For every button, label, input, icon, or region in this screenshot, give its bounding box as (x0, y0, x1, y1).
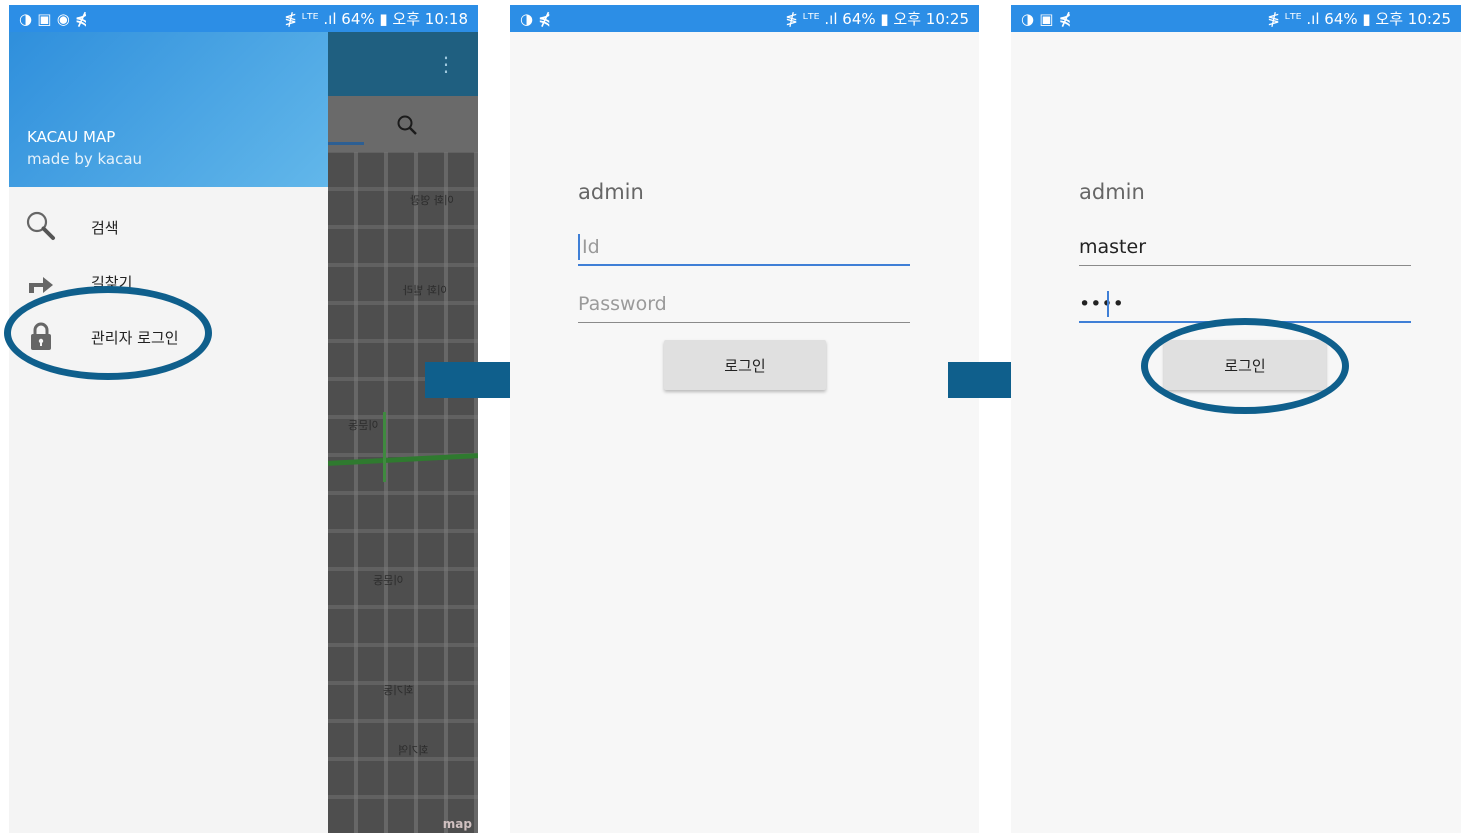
status-text: ≸ ᴸᵀᴱ .ıl 64% ▮ 오후 10:25 (1267, 10, 1451, 28)
id-placeholder: Id (582, 236, 600, 258)
id-value: master (1079, 236, 1147, 258)
status-bar: ◑ ▣ ⋠ ≸ ᴸᵀᴱ .ıl 64% ▮ 오후 10:25 (1011, 5, 1461, 32)
more-options-icon[interactable]: ⋮ (436, 54, 456, 74)
menu-item-search[interactable]: 검색 (9, 202, 328, 252)
id-field[interactable]: Id (578, 232, 910, 272)
password-placeholder: Password (578, 293, 667, 315)
text-cursor (1107, 291, 1109, 317)
id-field[interactable]: master (1079, 232, 1411, 272)
login-title: admin (1079, 180, 1145, 204)
screen-login-empty: ◑ ⋠ ≸ ᴸᵀᴱ .ıl 64% ▮ 오후 10:25 admin Id Pa… (510, 5, 979, 833)
app-name: KACAU MAP (27, 128, 116, 146)
highlight-ellipse (4, 286, 212, 380)
field-underline (578, 264, 910, 266)
drawer-header: KACAU MAP made by kacau (9, 32, 328, 187)
field-underline (578, 322, 910, 323)
app-subtitle: made by kacau (27, 150, 143, 168)
map-label: 이화 영광 (410, 194, 454, 207)
map-road (383, 412, 386, 482)
map-label: 회기동 (383, 684, 414, 697)
screen-login-filled: ◑ ▣ ⋠ ≸ ᴸᵀᴱ .ıl 64% ▮ 오후 10:25 admin mas… (1011, 5, 1461, 833)
status-text: ≸ ᴸᵀᴱ .ıl 64% ▮ 오후 10:18 (284, 10, 468, 28)
map-label: 이문동 (373, 574, 404, 587)
text-cursor (578, 234, 580, 260)
map-label: 회기역 (398, 744, 429, 757)
login-title: admin (578, 180, 644, 204)
menu-item-label: 검색 (91, 219, 119, 237)
status-icons: ◑ ▣ ◉ ⋠ (19, 9, 88, 28)
map-tiles (328, 152, 478, 833)
map-label: 이문동 (348, 419, 379, 432)
navigation-drawer: KACAU MAP made by kacau 검색 길찾기 관리자 로그인 (9, 32, 328, 833)
map-label: 이화 빌라 (403, 284, 447, 297)
tab-indicator (328, 142, 364, 145)
field-underline (1079, 265, 1411, 266)
status-icons: ◑ ⋠ (520, 9, 551, 28)
highlight-ellipse (1141, 318, 1349, 414)
status-bar: ◑ ⋠ ≸ ᴸᵀᴱ .ıl 64% ▮ 오후 10:25 (510, 5, 979, 32)
password-field[interactable]: Password (578, 289, 910, 329)
map-view[interactable]: ⋮ 이화 영광 이화 빌라 이문동 이문동 회기동 회기역 map (328, 32, 478, 833)
password-value: •••• (1079, 293, 1124, 315)
map-logo: map (442, 817, 472, 831)
search-icon[interactable] (396, 114, 418, 136)
screen-menu-drawer: ◑ ▣ ◉ ⋠ ≸ ᴸᵀᴱ .ıl 64% ▮ 오후 10:18 ⋮ 이화 영광… (9, 5, 478, 833)
status-bar: ◑ ▣ ◉ ⋠ ≸ ᴸᵀᴱ .ıl 64% ▮ 오후 10:18 (9, 5, 478, 32)
login-button[interactable]: 로그인 (664, 340, 826, 390)
search-icon (26, 211, 55, 240)
status-icons: ◑ ▣ ⋠ (1021, 9, 1072, 28)
status-text: ≸ ᴸᵀᴱ .ıl 64% ▮ 오후 10:25 (785, 10, 969, 28)
